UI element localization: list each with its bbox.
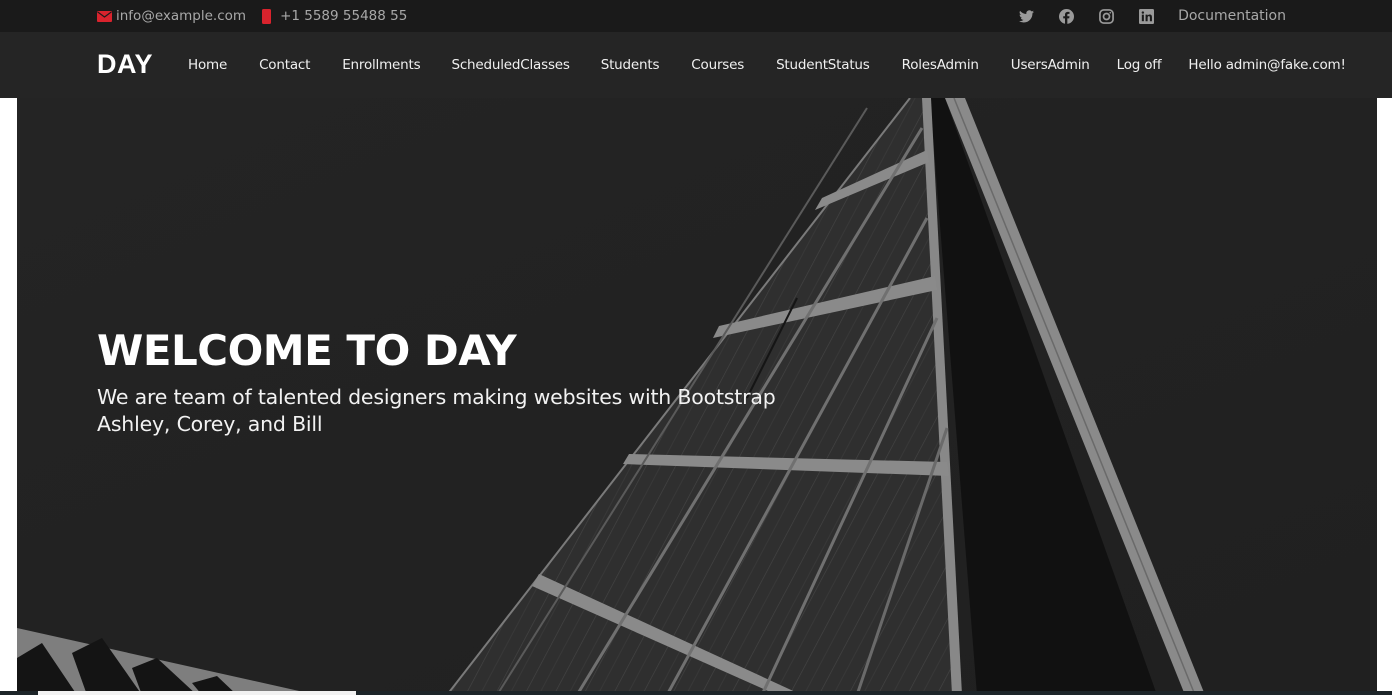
email-contact[interactable]: info@example.com bbox=[97, 8, 246, 24]
twitter-icon[interactable] bbox=[1018, 8, 1034, 24]
nav-item-students[interactable]: Students bbox=[601, 57, 660, 73]
site-logo[interactable]: DAY bbox=[97, 49, 153, 80]
nav-item-scheduled-classes[interactable]: ScheduledClasses bbox=[451, 57, 569, 73]
nav-item-roles-admin[interactable]: RolesAdmin bbox=[902, 57, 979, 73]
hero-text: WELCOME TO DAY We are team of talented d… bbox=[97, 326, 776, 438]
facebook-icon[interactable] bbox=[1058, 8, 1074, 24]
hero-subtitle-line2: Ashley, Corey, and Bill bbox=[97, 412, 323, 436]
nav-item-student-status[interactable]: StudentStatus bbox=[776, 57, 870, 73]
phone-text: +1 5589 55488 55 bbox=[280, 8, 408, 24]
nav-item-users-admin[interactable]: UsersAdmin bbox=[1011, 57, 1090, 73]
email-text: info@example.com bbox=[116, 8, 247, 24]
hero-subtitle-line1: We are team of talented designers making… bbox=[97, 385, 776, 409]
nav-item-home[interactable]: Home bbox=[188, 57, 227, 73]
linkedin-icon[interactable] bbox=[1138, 8, 1154, 24]
nav-item-enrollments[interactable]: Enrollments bbox=[342, 57, 420, 73]
hero-subtitle: We are team of talented designers making… bbox=[97, 384, 776, 438]
envelope-icon bbox=[97, 10, 112, 22]
contact-info: info@example.com +1 5589 55488 55 bbox=[97, 0, 423, 32]
hero-title: WELCOME TO DAY bbox=[97, 326, 517, 375]
top-bar: info@example.com +1 5589 55488 55 Docume… bbox=[0, 0, 1392, 32]
nav-item-courses[interactable]: Courses bbox=[691, 57, 744, 73]
phone-icon bbox=[262, 8, 272, 24]
documentation-link[interactable]: Documentation bbox=[1178, 8, 1286, 24]
phone-contact[interactable]: +1 5589 55488 55 bbox=[262, 8, 407, 24]
nav-menu: Home Contact Enrollments ScheduledClasse… bbox=[188, 32, 1346, 98]
nav-item-contact[interactable]: Contact bbox=[259, 57, 310, 73]
main-navbar: DAY Home Contact Enrollments ScheduledCl… bbox=[0, 32, 1392, 98]
social-links: Documentation bbox=[994, 0, 1286, 32]
hero-section: WELCOME TO DAY We are team of talented d… bbox=[17, 98, 1377, 695]
nav-item-log-off[interactable]: Log off bbox=[1117, 57, 1162, 73]
instagram-icon[interactable] bbox=[1098, 8, 1114, 24]
horizontal-scrollbar[interactable] bbox=[38, 691, 356, 695]
nav-item-user-greeting[interactable]: Hello admin@fake.com! bbox=[1188, 57, 1346, 73]
